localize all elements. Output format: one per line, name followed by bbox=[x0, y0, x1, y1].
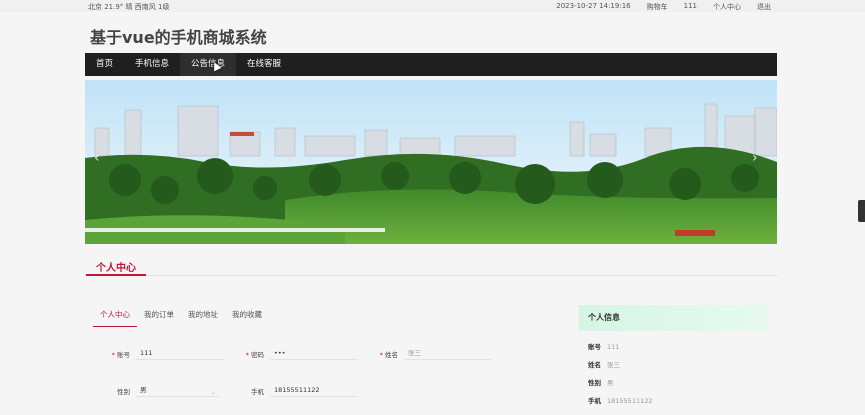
password-input[interactable]: ••• bbox=[270, 348, 358, 360]
top-status-bar: 北京 21.9° 晴 西南风 1级 2023-10-27 14:19:16 购物… bbox=[0, 0, 865, 12]
required-mark: * bbox=[379, 351, 383, 359]
password-field: * 密码 ••• bbox=[238, 348, 358, 360]
info-row-gender: 性别男 bbox=[588, 379, 614, 387]
section-divider bbox=[85, 275, 777, 276]
tab-my-address[interactable]: 我的地址 bbox=[181, 309, 225, 327]
site-title: 基于vue的手机商城系统 bbox=[90, 28, 267, 47]
personal-center-link[interactable]: 个人中心 bbox=[713, 2, 741, 12]
banner-carousel[interactable] bbox=[85, 80, 777, 244]
info-row-account: 账号 111 bbox=[588, 343, 620, 351]
account-label: 账号 bbox=[117, 351, 130, 359]
account-field: * 账号 111 bbox=[104, 348, 224, 360]
logout-link[interactable]: 退出 bbox=[757, 2, 771, 12]
gender-label: 性别 bbox=[117, 388, 130, 396]
username-link[interactable]: 111 bbox=[684, 2, 697, 12]
required-mark: * bbox=[245, 351, 249, 359]
name-field: * 姓名 张三 bbox=[372, 348, 492, 360]
section-title: 个人中心 bbox=[96, 263, 136, 274]
weather-info: 北京 21.9° 晴 西南风 1级 bbox=[88, 3, 170, 11]
nav-support[interactable]: 在线客服 bbox=[236, 53, 292, 76]
chevron-left-icon[interactable]: ‹ bbox=[94, 150, 100, 166]
info-row-name: 姓名 张三 bbox=[588, 361, 620, 369]
phone-field: 手机 18155511122 bbox=[238, 385, 358, 397]
tab-personal-center[interactable]: 个人中心 bbox=[93, 309, 137, 327]
nav-phones[interactable]: 手机信息 bbox=[124, 53, 180, 76]
info-row-phone: 手机 18155511122 bbox=[588, 397, 653, 405]
profile-tabs: 个人中心 我的订单 我的地址 我的收藏 bbox=[93, 309, 269, 327]
tab-my-orders[interactable]: 我的订单 bbox=[137, 309, 181, 327]
password-label: 密码 bbox=[251, 351, 264, 359]
nav-announcements[interactable]: 公告信息 bbox=[180, 53, 237, 76]
banner-image bbox=[85, 80, 777, 244]
datetime: 2023-10-27 14:19:16 bbox=[556, 2, 631, 10]
required-mark: * bbox=[111, 351, 115, 359]
gender-value: 男 bbox=[140, 386, 147, 394]
account-input[interactable]: 111 bbox=[136, 348, 224, 360]
chevron-right-icon[interactable]: › bbox=[752, 150, 758, 166]
gender-select[interactable]: 男 ⌄ bbox=[136, 385, 220, 397]
name-label: 姓名 bbox=[385, 351, 398, 359]
name-input[interactable]: 张三 bbox=[404, 348, 492, 360]
nav-home[interactable]: 首页 bbox=[85, 53, 124, 76]
top-links: 2023-10-27 14:19:16 购物车 111 个人中心 退出 bbox=[556, 2, 771, 12]
cart-link[interactable]: 购物车 bbox=[647, 2, 668, 12]
section-underline bbox=[86, 274, 146, 276]
tab-my-favorites[interactable]: 我的收藏 bbox=[225, 309, 269, 327]
main-nav: 首页 手机信息 公告信息 在线客服 bbox=[85, 53, 777, 76]
phone-label: 手机 bbox=[251, 388, 264, 396]
gender-field: 性别 男 ⌄ bbox=[104, 385, 220, 397]
phone-input[interactable]: 18155511122 bbox=[270, 385, 358, 397]
info-card-title: 个人信息 bbox=[579, 305, 768, 331]
side-float-tab[interactable] bbox=[858, 200, 865, 222]
chevron-down-icon: ⌄ bbox=[210, 389, 216, 396]
